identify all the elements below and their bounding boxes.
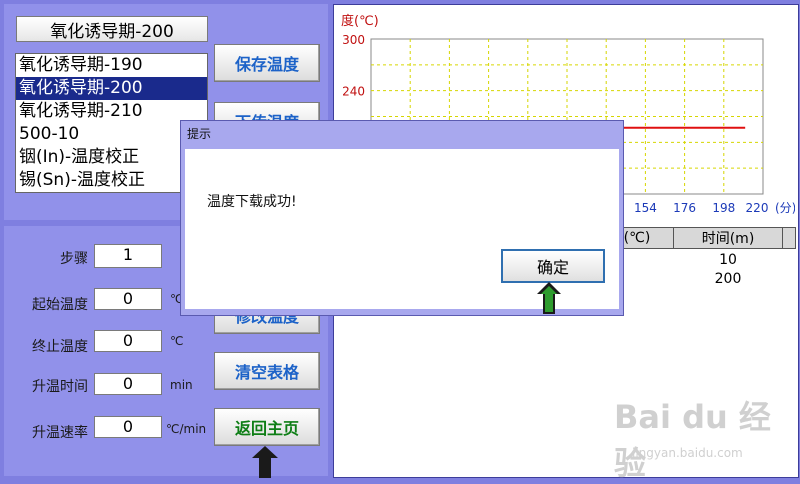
x-tick-label: 198: [712, 201, 735, 215]
dialog-message: 温度下载成功!: [207, 194, 297, 210]
table-header-empty: [782, 227, 796, 249]
profile-list-item[interactable]: 锡(Sn)-温度校正: [16, 169, 207, 192]
step-label: 步骤: [60, 251, 88, 267]
ramp-time-unit: min: [170, 378, 193, 392]
save-temp-button[interactable]: 保存温度: [214, 44, 320, 82]
y-axis-label: 度(℃): [341, 13, 379, 29]
profile-list-item-selected[interactable]: 氧化诱导期-200: [16, 77, 207, 100]
x-tick-label: 176: [673, 201, 696, 215]
y-tick-label: 300: [342, 33, 365, 47]
profile-list-item[interactable]: 氧化诱导期-210: [16, 100, 207, 123]
pointer-arrow-icon: [252, 446, 278, 478]
dialog-title: 提示: [187, 127, 212, 141]
table-header-time: 时间(m): [673, 227, 783, 249]
watermark-url: jingyan.baidu.com: [632, 446, 743, 460]
x-tick-label: 220: [746, 201, 769, 215]
start-temp-field[interactable]: 0: [94, 288, 162, 310]
ramp-time-field[interactable]: 0: [94, 373, 162, 395]
ramp-time-label: 升温时间: [32, 379, 88, 395]
end-temp-field[interactable]: 0: [94, 330, 162, 352]
profile-list-item[interactable]: 氧化诱导期-190: [16, 54, 207, 77]
profile-list-item[interactable]: 500-10: [16, 123, 207, 146]
x-tick-label: 154: [634, 201, 657, 215]
table-row-time-1: 10: [719, 252, 737, 268]
start-temp-label: 起始温度: [32, 297, 88, 313]
ok-button[interactable]: 确定: [501, 249, 605, 283]
back-home-button[interactable]: 返回主页: [214, 408, 320, 446]
ramp-rate-label: 升温速率: [32, 425, 88, 441]
watermark-logo: Bai du 经验: [614, 398, 771, 482]
profile-list-item[interactable]: 铟(In)-温度校正: [16, 146, 207, 169]
x-axis-label: (分): [775, 201, 795, 215]
ramp-rate-unit: ℃/min: [166, 422, 207, 436]
end-temp-unit: ℃: [170, 334, 184, 348]
pointer-arrow-icon: [537, 282, 561, 314]
step-field[interactable]: 1: [94, 244, 162, 268]
current-profile-display: 氧化诱导期-200: [16, 16, 208, 42]
table-row-time-2: 200: [714, 271, 742, 287]
y-tick-label: 240: [342, 85, 365, 99]
clear-table-button[interactable]: 清空表格: [214, 352, 320, 390]
ramp-rate-field[interactable]: 0: [94, 416, 162, 438]
end-temp-label: 终止温度: [32, 339, 88, 355]
